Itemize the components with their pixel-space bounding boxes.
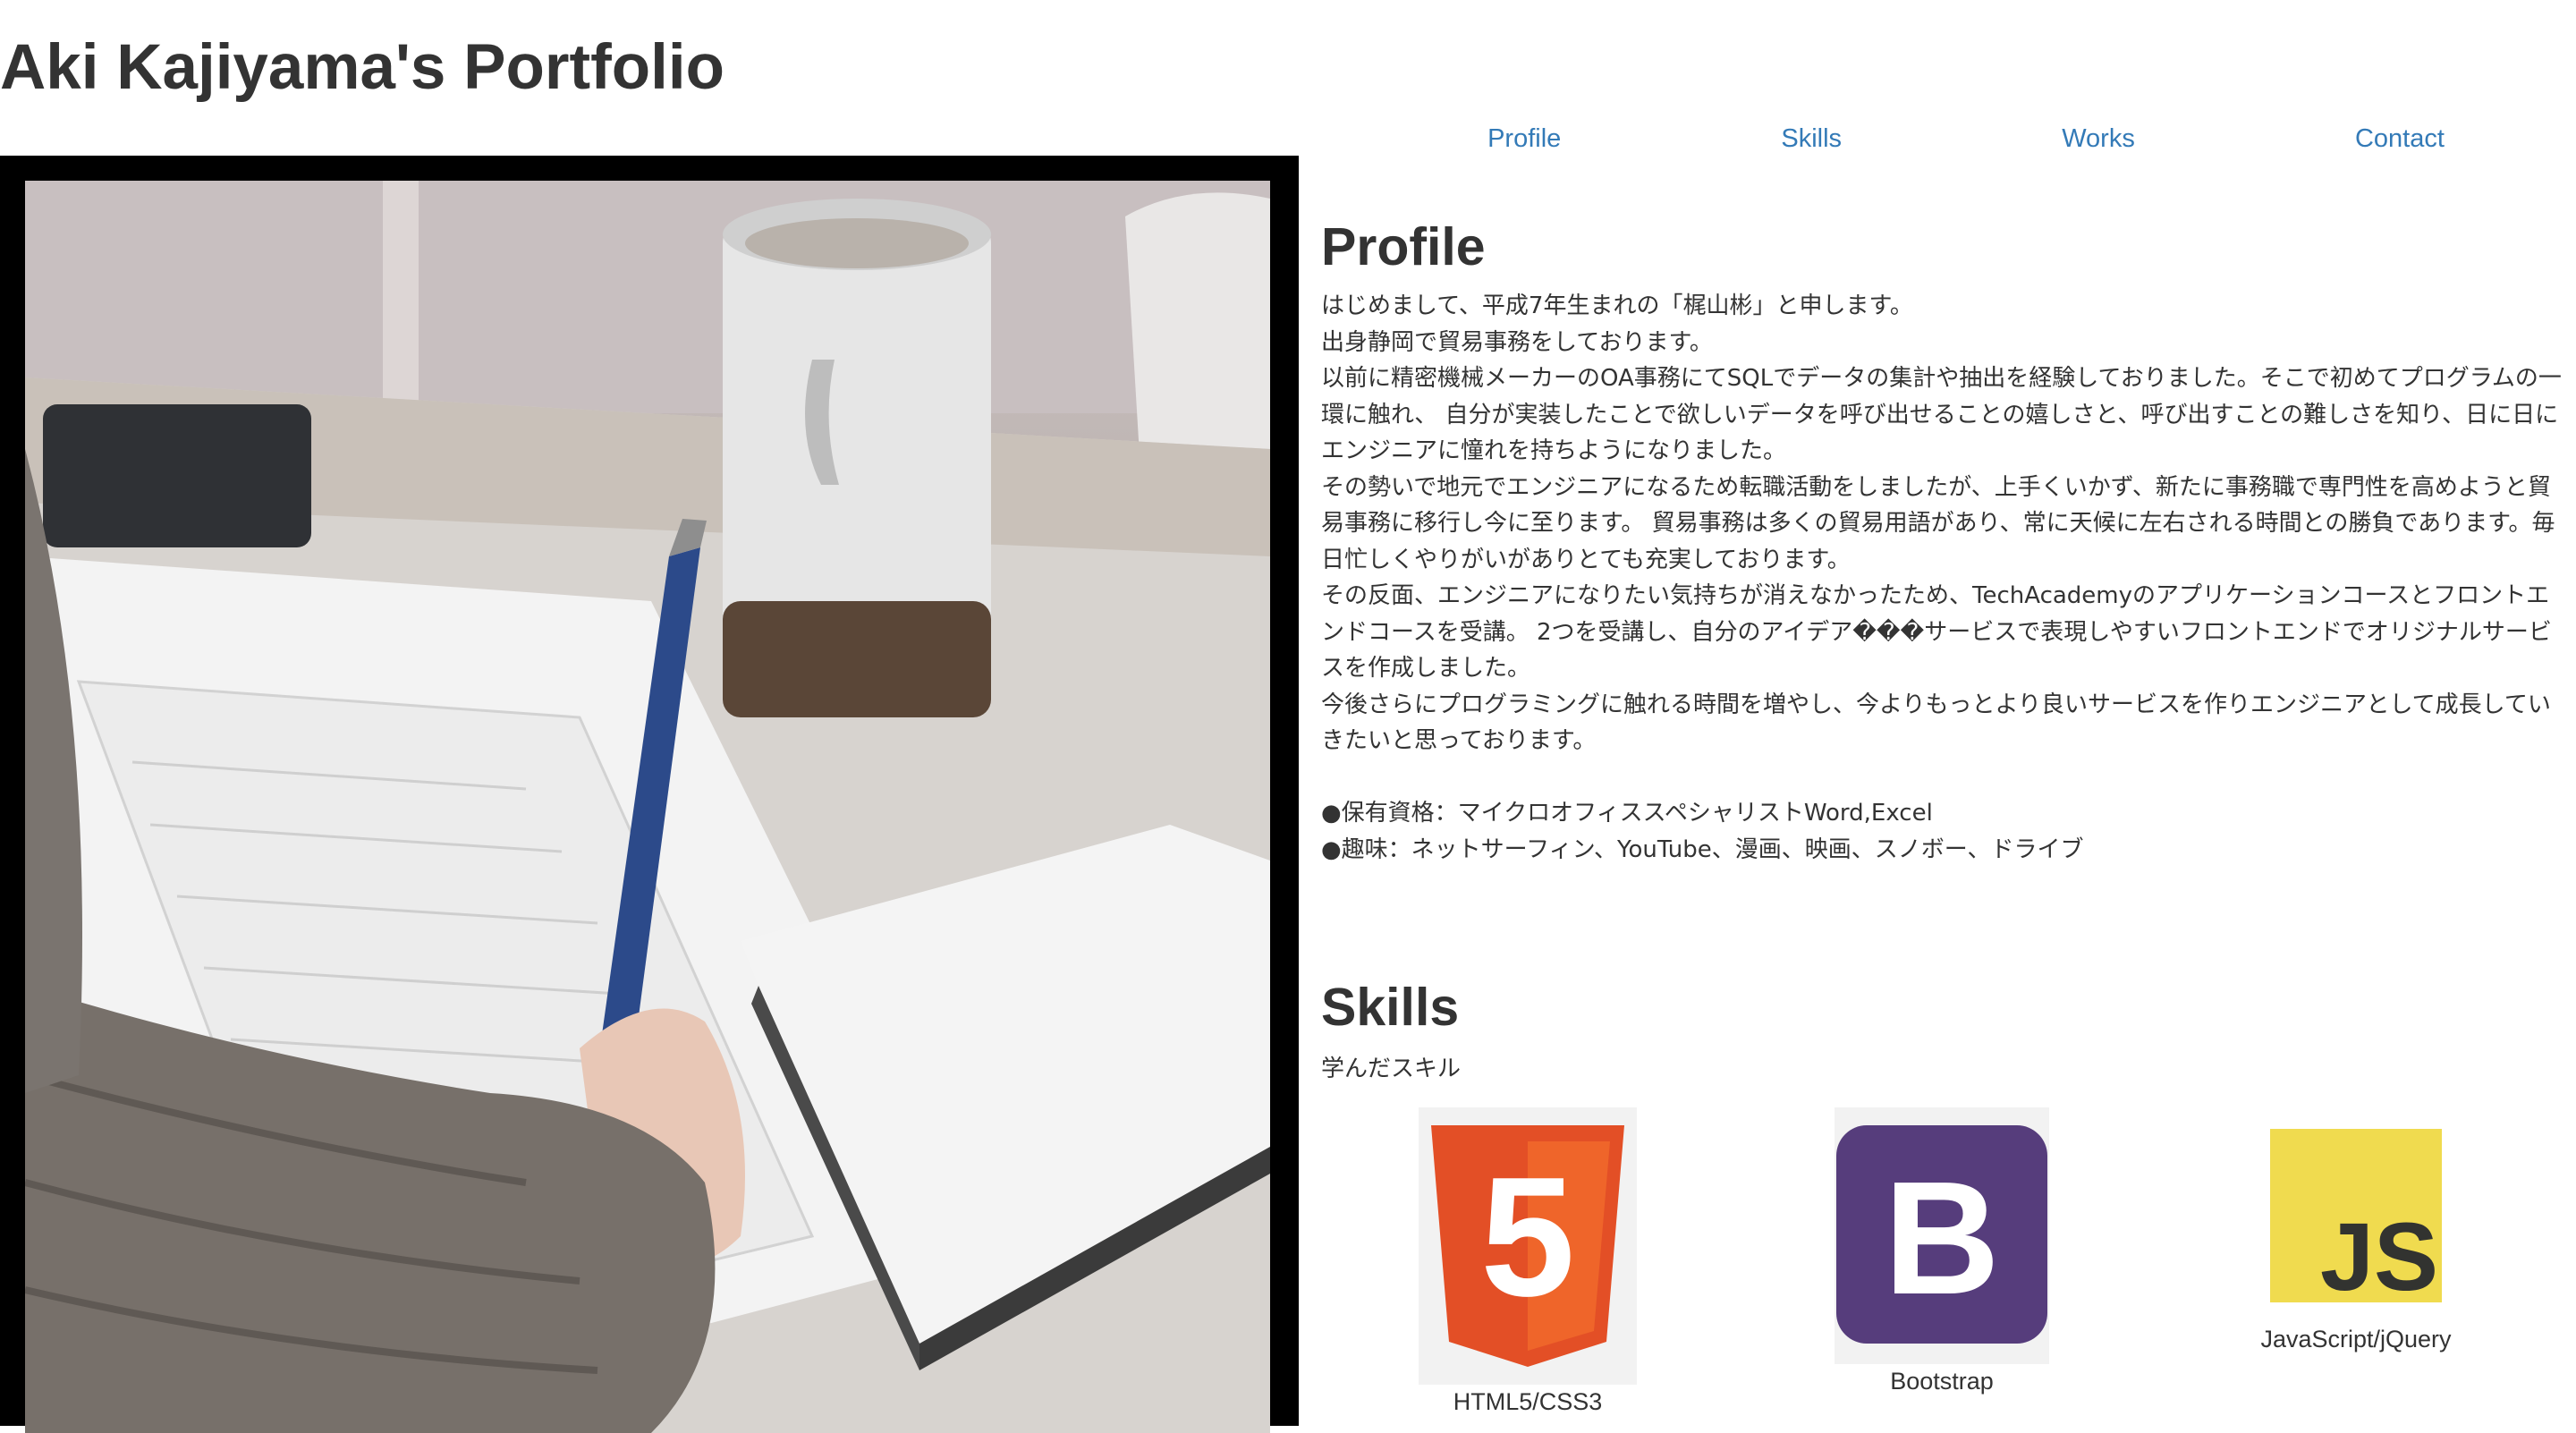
nav-link-works[interactable]: Works	[2062, 124, 2135, 154]
hero-photo-frame	[0, 156, 1299, 1433]
javascript-icon: JS	[2270, 1129, 2442, 1310]
svg-text:JS: JS	[2320, 1202, 2438, 1310]
skills-heading: Skills	[1321, 978, 1460, 1037]
skill-label-bootstrap: Bootstrap	[1890, 1368, 1994, 1395]
profile-hobbies: ●趣味：ネットサーフィン、YouTube、漫画、映画、スノボー、ドライブ	[1321, 835, 2084, 863]
profile-qualifications: ●保有資格：マイクロオフィススペシャリストWord,Excel	[1321, 800, 1933, 827]
profile-section: Profile はじめまして、平成7年生まれの「梶山彬」と申します。 出身静岡で…	[1321, 206, 2564, 868]
skill-item-javascript: JS JavaScript/jQuery	[2240, 1129, 2472, 1353]
svg-text:B: B	[1884, 1149, 2000, 1328]
main-nav: Profile Skills Works Contact	[1377, 116, 2555, 161]
profile-paragraph: はじめまして、平成7年生まれの「梶山彬」と申します。	[1321, 293, 1913, 319]
html5-icon: 5	[1419, 1107, 1637, 1385]
nav-link-profile[interactable]: Profile	[1487, 124, 1561, 154]
nav-link-contact[interactable]: Contact	[2355, 124, 2445, 154]
profile-paragraph: その勢いで地元でエンジニアになるため転職活動をしましたが、上手くいかず、新たに事…	[1321, 473, 2555, 573]
profile-paragraph: 以前に精密機械メーカーのOA事務にてSQLでデータの集計や抽出を経験しておりまし…	[1321, 365, 2562, 464]
hero-photo	[25, 181, 1270, 1433]
skill-label-javascript: JavaScript/jQuery	[2260, 1326, 2452, 1352]
nav-link-skills[interactable]: Skills	[1781, 124, 1842, 154]
profile-body: はじめまして、平成7年生まれの「梶山彬」と申します。 出身静岡で貿易事務をしてお…	[1321, 288, 2564, 868]
svg-text:5: 5	[1480, 1142, 1575, 1332]
skill-item-html5: 5 HTML5/CSS3	[1419, 1107, 1637, 1416]
skill-item-bootstrap: B Bootstrap	[1835, 1107, 2049, 1395]
profile-paragraph: その反面、エンジニアになりたい気持ちが消えなかったため、TechAcademyの…	[1321, 582, 2552, 682]
profile-paragraph: 今後さらにプログラミングに触れる時間を増やし、今よりもっとより良いサービスを作り…	[1321, 691, 2551, 755]
site-title: Aki Kajiyama's Portfolio	[0, 32, 724, 103]
hero-photo-illustration	[25, 181, 1270, 1433]
skill-label-html5: HTML5/CSS3	[1453, 1388, 1603, 1415]
skills-subtitle: 学んだスキル	[1321, 1056, 1462, 1082]
bootstrap-icon: B	[1835, 1107, 2049, 1364]
profile-heading: Profile	[1321, 217, 1486, 276]
profile-paragraph: 出身静岡で貿易事務をしております。	[1321, 328, 1713, 356]
